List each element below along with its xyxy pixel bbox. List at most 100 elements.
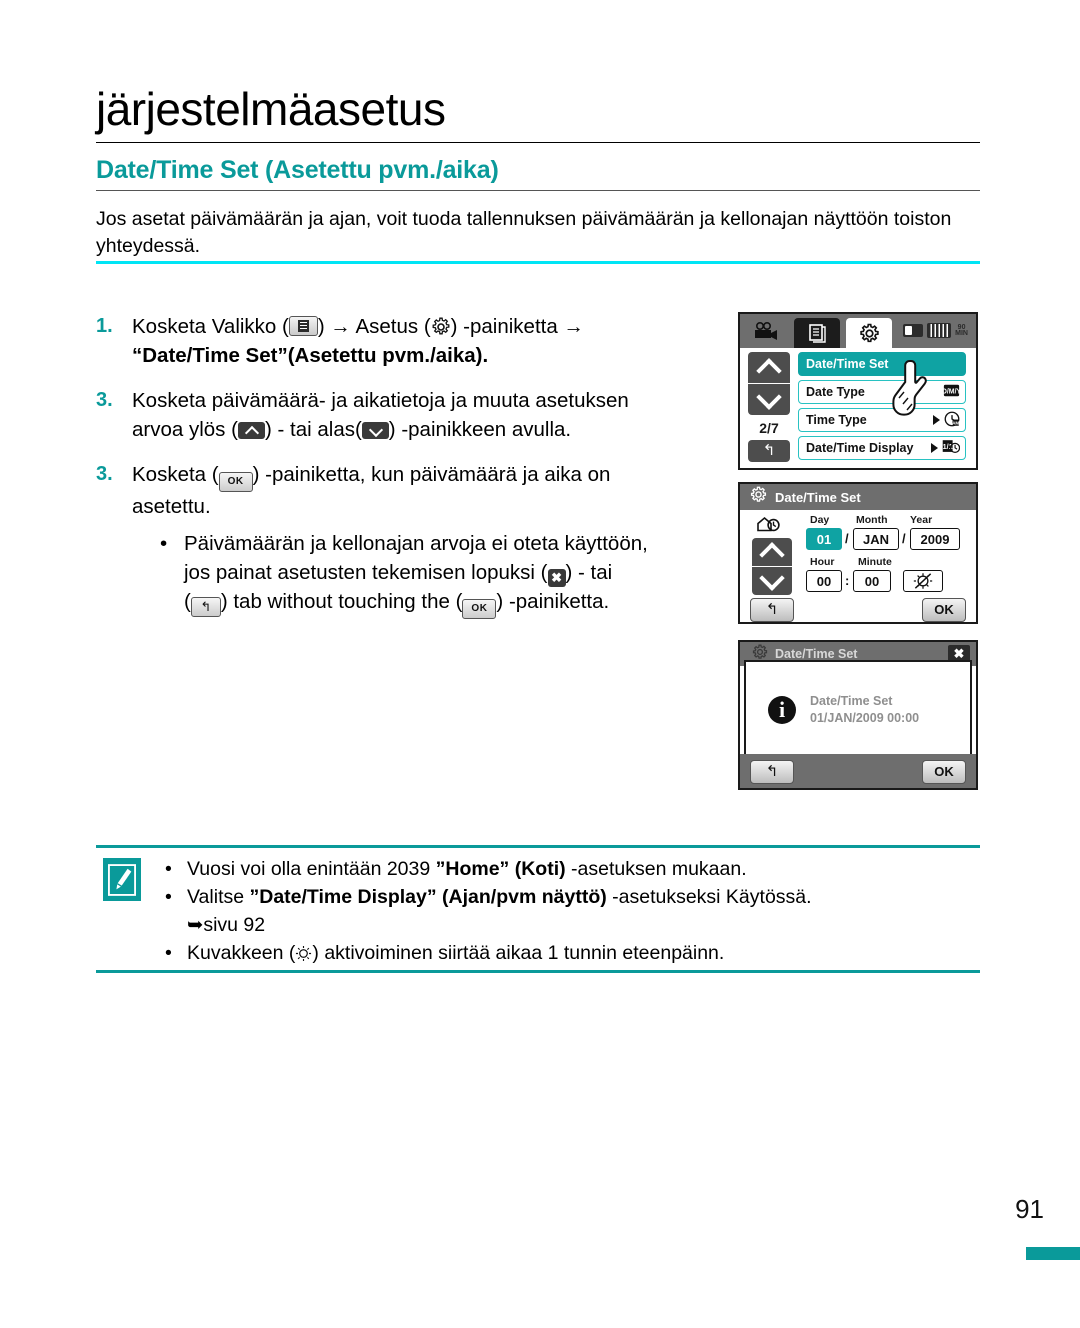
note-text-b: -asetuksen mukaan. <box>565 858 747 880</box>
note-text-bold: ”Home” (Koti) <box>435 858 566 880</box>
ok-button[interactable]: OK <box>922 760 966 784</box>
menu-row-label: Time Type <box>806 413 867 427</box>
screen-topbar: Date/Time Set <box>740 484 976 510</box>
note-list: • Vuosi voi olla enintään 2039 ”Home” (K… <box>165 855 975 967</box>
step-text-line: arvoa ylös ( ) - tai alas( ) -painikkeen a… <box>132 415 721 444</box>
menu-row-time-type[interactable]: Time Type AM <box>798 408 966 432</box>
confirmation-dialog: i Date/Time Set 01/JAN/2009 00:00 <box>744 660 972 760</box>
note-text-b: ) aktivoiminen siirtää aikaa 1 tunnin et… <box>312 942 725 964</box>
camcorder-icon <box>753 321 779 340</box>
chevron-up-icon <box>756 357 782 384</box>
sub-bullet-item: • Päivämäärän ja kellonajan arvoja ei ot… <box>160 529 721 619</box>
note-item: • Valitse ”Date/Time Display” (Ajan/pvm … <box>165 883 975 939</box>
row-right-icons: D/M/Y <box>942 384 962 400</box>
note-text-a: Valitse <box>187 886 250 908</box>
field-value-minute[interactable]: 00 <box>853 570 891 592</box>
menu-icon <box>288 316 318 336</box>
step-text: ) -painiketta, kun päivämäärä ja aika on <box>252 463 611 486</box>
screen-title: Date/Time Set <box>775 647 858 661</box>
memory-card-icon <box>903 324 924 337</box>
intro-divider <box>96 261 980 264</box>
section-title: Date/Time Set (Asetettu pvm./aika) <box>96 156 499 184</box>
up-arrow-icon <box>237 422 265 439</box>
screen-topbar: 90 MIN <box>740 314 976 348</box>
time-separator: : <box>845 573 850 588</box>
bullet-text: Päivämäärän ja kellonajan arvoja ei otet… <box>184 532 648 555</box>
menu-row-date-time-set[interactable]: Date/Time Set <box>798 352 966 376</box>
back-button[interactable]: ↰ <box>748 440 790 462</box>
step-text: Kosketa ( <box>132 463 219 486</box>
battery-unit: MIN <box>955 329 968 337</box>
step-number: 3. <box>96 389 113 411</box>
note-item: • Vuosi voi olla enintään 2039 ”Home” (K… <box>165 855 975 883</box>
menu-row-label: Date Type <box>806 385 865 399</box>
page-title: järjestelmäasetus <box>96 83 446 135</box>
bullet-dot: • <box>165 886 172 908</box>
footer-accent-bar <box>1026 1247 1080 1260</box>
back-button[interactable]: ↰ <box>750 760 794 784</box>
status-indicators: 90 MIN <box>903 323 968 338</box>
note-text-a: Vuosi voi olla enintään 2039 <box>187 858 436 880</box>
menu-row-date-type[interactable]: Date Type D/M/Y <box>798 380 966 404</box>
menu-row-date-time-display[interactable]: Date/Time Display 1/1 <box>798 436 966 460</box>
step-body: Kosketa (OK) -painiketta, kun päivämäärä… <box>132 460 721 619</box>
field-value-day[interactable]: 01 <box>806 528 842 550</box>
scroll-up-button[interactable] <box>748 352 790 384</box>
tab-document[interactable] <box>794 318 840 348</box>
bullet-text: ) -painiketta. <box>496 590 610 613</box>
date-separator: / <box>845 531 849 546</box>
note-pen-icon <box>103 858 141 901</box>
bullet-dot: • <box>165 942 172 964</box>
value-decrease-button[interactable] <box>752 565 792 595</box>
value-increase-button[interactable] <box>752 538 792 568</box>
message-line-2: 01/JAN/2009 00:00 <box>810 711 920 725</box>
back-button[interactable]: ↰ <box>750 598 794 622</box>
ok-button[interactable]: OK <box>922 598 966 622</box>
svg-text:AM: AM <box>952 420 959 425</box>
note-text-bold: ”Date/Time Display” (Ajan/pvm näyttö) <box>249 886 607 908</box>
message-line-1: Date/Time Set <box>810 694 893 708</box>
gear-icon <box>750 486 767 508</box>
bullet-text: ) - tai <box>565 561 613 584</box>
step-text-line: Kosketa (OK) -painiketta, kun päivämäärä… <box>132 460 721 492</box>
daylight-saving-icon <box>295 942 312 962</box>
title-divider <box>96 142 980 143</box>
field-value-month[interactable]: JAN <box>853 528 899 550</box>
tab-settings[interactable] <box>846 318 892 348</box>
page-indicator: 2/7 <box>759 420 779 436</box>
svg-text:D/M/Y: D/M/Y <box>943 388 960 395</box>
step-item: 1. Kosketa Valikko () → Asetus () -paini… <box>96 312 721 370</box>
screen-bottombar: ↰ OK <box>740 754 976 788</box>
step-text: Kosketa Valikko ( <box>132 315 289 338</box>
step-body: Kosketa Valikko ( ) → Asetus ( ) -painiket… <box>132 312 721 370</box>
screen-body: Day Month Year 01 / JAN / 2009 Hour Minu… <box>740 510 976 622</box>
step-item: 3. Kosketa (OK) -painiketta, kun päivämä… <box>96 460 721 619</box>
sub-bullet-list: • Päivämäärän ja kellonajan arvoja ei ot… <box>132 529 721 619</box>
down-arrow-icon <box>361 422 389 439</box>
chevron-down-icon <box>756 383 782 410</box>
info-icon: i <box>768 696 796 724</box>
step-text: ) -painikkeen avulla. <box>388 418 572 441</box>
row-right-icons: 1/1 <box>931 439 961 457</box>
step-text: arvoa ylös ( <box>132 418 238 441</box>
submenu-arrow-icon <box>931 443 938 453</box>
step-text: asetettu. <box>132 495 211 518</box>
note-text: Kuvakkeen () aktivoiminen siirtää aikaa … <box>187 939 724 967</box>
daylight-saving-toggle[interactable] <box>903 570 943 592</box>
camera-screen-confirmation: Date/Time Set ✖ i Date/Time Set 01/JAN/2… <box>738 640 978 790</box>
field-label-month: Month <box>856 514 888 526</box>
step-text: ) - tai alas( <box>264 418 362 441</box>
bullet-dot: • <box>160 532 168 555</box>
confirmation-message: Date/Time Set 01/JAN/2009 00:00 <box>810 693 919 727</box>
field-value-year[interactable]: 2009 <box>910 528 960 550</box>
screen-title: Date/Time Set <box>775 489 861 505</box>
clock-icon: AM <box>944 411 960 430</box>
scroll-down-button[interactable] <box>748 383 790 415</box>
page-reference[interactable]: ➥sivu 92 <box>187 914 265 936</box>
step-text: ) -painiketta → <box>450 315 584 338</box>
battery-time-label: 90 MIN <box>955 324 968 337</box>
steps-list: 1. Kosketa Valikko () → Asetus () -paini… <box>96 312 721 635</box>
step-text: ) → Asetus ( <box>317 315 431 338</box>
note-text: Valitse ”Date/Time Display” (Ajan/pvm nä… <box>187 883 812 939</box>
field-value-hour[interactable]: 00 <box>806 570 842 592</box>
